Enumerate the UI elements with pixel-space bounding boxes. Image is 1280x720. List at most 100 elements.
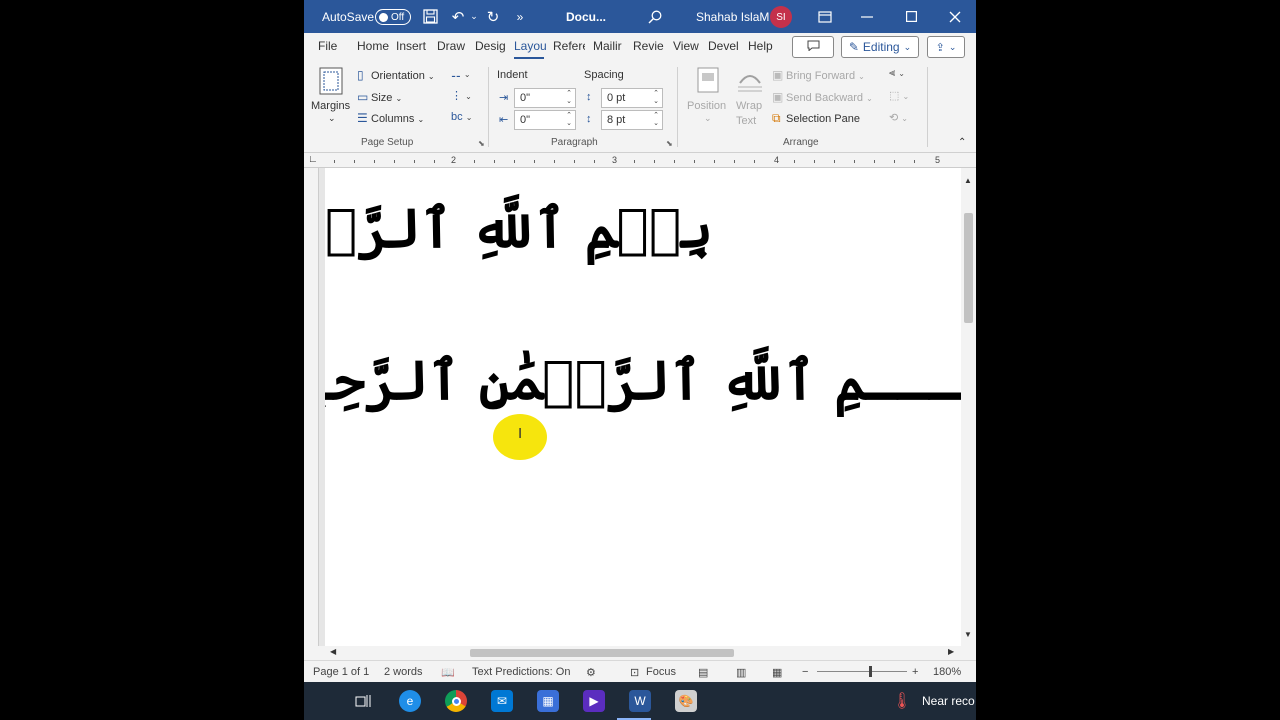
columns-button[interactable]: ☰ Columns ⌄ [357, 111, 424, 125]
focus-button[interactable]: Focus [646, 666, 676, 678]
share-button[interactable]: ⇪ ⌄ [927, 36, 965, 58]
bring-forward-button[interactable]: ▣ Bring Forward ⌄ [772, 68, 865, 82]
wrap-text-icon[interactable] [736, 67, 764, 96]
tab-draw[interactable]: Draw [437, 39, 467, 53]
line-numbers-icon[interactable]: ⋮ ⌄ [451, 89, 472, 102]
spacing-before-input[interactable]: 0 pt ⌃ ⌄ [601, 88, 663, 108]
proofing-icon[interactable]: 📖 [441, 666, 455, 679]
scroll-thumb[interactable] [964, 213, 973, 323]
size-button[interactable]: ▭ Size ⌄ [357, 90, 402, 104]
tab-review[interactable]: Revie [633, 39, 665, 53]
position-button[interactable]: Position [687, 100, 726, 112]
save-icon[interactable] [420, 0, 440, 33]
columns-icon: ☰ [357, 111, 368, 125]
word-app-icon[interactable]: W [629, 690, 651, 712]
ribbon-display-icon[interactable] [815, 0, 835, 33]
selection-pane-button[interactable]: ⧉ Selection Pane [772, 111, 860, 126]
paragraph-launcher-icon[interactable]: ⬊ [666, 139, 673, 148]
margins-button[interactable]: Margins [311, 100, 350, 112]
editing-mode-button[interactable]: ✎ Editing ⌄ [841, 36, 919, 58]
vertical-scrollbar[interactable]: ▲ ▼ [961, 168, 976, 646]
tab-home[interactable]: Home [357, 39, 389, 53]
zoom-slider[interactable] [817, 671, 907, 672]
redo-icon[interactable]: ↻ [483, 0, 503, 33]
undo-dropdown-icon[interactable]: ⌄ [464, 0, 484, 33]
zoom-out-icon[interactable]: − [802, 666, 808, 678]
task-view-icon[interactable] [352, 690, 374, 712]
scroll-up-icon[interactable]: ▲ [964, 176, 972, 185]
send-backward-button[interactable]: ▣ Send Backward ⌄ [772, 90, 873, 104]
zoom-in-icon[interactable]: + [912, 666, 918, 678]
spacing-after-icon: ↕ [586, 113, 592, 125]
hyphenation-icon[interactable]: bc ⌄ [451, 111, 472, 123]
tab-insert[interactable]: Insert [396, 39, 430, 53]
autosave-toggle[interactable]: Off [375, 9, 411, 25]
text-predictions[interactable]: Text Predictions: On [472, 666, 570, 678]
page-count[interactable]: Page 1 of 1 [313, 666, 369, 678]
tab-references[interactable]: Refere [553, 39, 585, 53]
indent-left-input[interactable]: 0" ⌃ ⌄ [514, 88, 576, 108]
search-icon[interactable] [645, 0, 665, 33]
zoom-level[interactable]: 180% [933, 666, 961, 678]
indent-right-input[interactable]: 0" ⌃ ⌄ [514, 110, 576, 130]
document-line-2[interactable]: ـــمِ ٱللَّهِ ٱلرَّحۡمَٰنِ ٱلرَّحِيـــمِ [325, 348, 961, 412]
tab-design[interactable]: Desig [475, 39, 507, 53]
tab-layout[interactable]: Layou [514, 39, 546, 53]
spacing-after-input[interactable]: 8 pt ⌃ ⌄ [601, 110, 663, 130]
tab-developer[interactable]: Devel [708, 39, 740, 53]
chrome-icon[interactable] [445, 690, 467, 712]
vertical-ruler[interactable] [304, 168, 319, 646]
close-icon[interactable] [945, 0, 965, 33]
focus-icon[interactable]: ⊡ [630, 666, 639, 679]
tab-mailings[interactable]: Mailir [593, 39, 625, 53]
customize-toolbar-icon[interactable]: » [510, 0, 530, 33]
page-setup-launcher-icon[interactable]: ⬊ [478, 139, 485, 148]
horizontal-scrollbar[interactable]: ◀ ▶ [304, 646, 976, 660]
word-count[interactable]: 2 words [384, 666, 423, 678]
scroll-right-icon[interactable]: ▶ [948, 647, 954, 656]
breaks-icon[interactable]: ⚋ ⌄ [451, 67, 471, 80]
media-player-icon[interactable]: ▶ [583, 690, 605, 712]
user-name[interactable]: Shahab IslaM [696, 0, 769, 33]
scroll-left-icon[interactable]: ◀ [330, 647, 336, 656]
tab-help[interactable]: Help [748, 39, 778, 53]
read-mode-icon[interactable]: ▤ [698, 666, 708, 679]
scroll-down-icon[interactable]: ▼ [964, 630, 972, 639]
title-bar: AutoSave Off ↶ ⌄ ↻ » Docu... Shahab Isla… [304, 0, 976, 33]
minimize-icon[interactable] [857, 0, 877, 33]
taskbar: e ✉ ▦ ▶ W 🎨 🌡 Near reco [304, 682, 976, 720]
wrap-text-label-1[interactable]: Wrap [736, 100, 762, 112]
document-page[interactable]: بِسۡمِ ٱللَّهِ ٱلرَّحۡمَٰنِ ٱلرَّ ـــمِ … [325, 168, 961, 646]
comments-button[interactable] [792, 36, 834, 58]
scroll-thumb[interactable] [470, 649, 734, 657]
group-icon[interactable]: ⬚ ⌄ [889, 89, 909, 102]
orientation-button[interactable]: ▯ Orientation ⌄ [357, 68, 435, 82]
horizontal-ruler[interactable]: ∟ 2 3 4 5 [304, 153, 976, 168]
tab-view[interactable]: View [673, 39, 701, 53]
weather-text[interactable]: Near reco [922, 694, 975, 708]
accessibility-icon[interactable]: ⚙ [586, 666, 596, 679]
weather-icon[interactable]: 🌡 [891, 690, 913, 712]
mail-icon[interactable]: ✉ [491, 690, 513, 712]
store-icon[interactable]: ▦ [537, 690, 559, 712]
word-window: AutoSave Off ↶ ⌄ ↻ » Docu... Shahab Isla… [304, 0, 976, 720]
edge-icon[interactable]: e [399, 690, 421, 712]
print-layout-icon[interactable]: ▥ [736, 666, 746, 679]
rotate-icon[interactable]: ⟲ ⌄ [889, 111, 908, 124]
chevron-down-icon[interactable]: ⌄ [328, 113, 336, 124]
align-icon[interactable]: ⫷ ⌄ [889, 67, 905, 80]
tab-selector-icon[interactable]: ∟ [308, 154, 318, 165]
wrap-text-label-2[interactable]: Text [736, 115, 756, 127]
position-icon[interactable] [697, 67, 719, 96]
document-line-1[interactable]: بِسۡمِ ٱللَّهِ ٱلرَّحۡمَٰنِ ٱلرَّ [325, 196, 713, 260]
avatar[interactable]: SI [770, 6, 792, 28]
tab-file[interactable]: File [318, 39, 342, 53]
chevron-down-icon[interactable]: ⌄ [704, 113, 712, 124]
maximize-icon[interactable] [901, 0, 921, 33]
document-title[interactable]: Docu... [566, 0, 606, 33]
paint-icon[interactable]: 🎨 [675, 690, 697, 712]
collapse-ribbon-icon[interactable]: ⌃ [958, 137, 966, 148]
web-layout-icon[interactable]: ▦ [772, 666, 782, 679]
margins-icon[interactable] [319, 67, 343, 98]
zoom-slider-thumb[interactable] [869, 666, 872, 677]
